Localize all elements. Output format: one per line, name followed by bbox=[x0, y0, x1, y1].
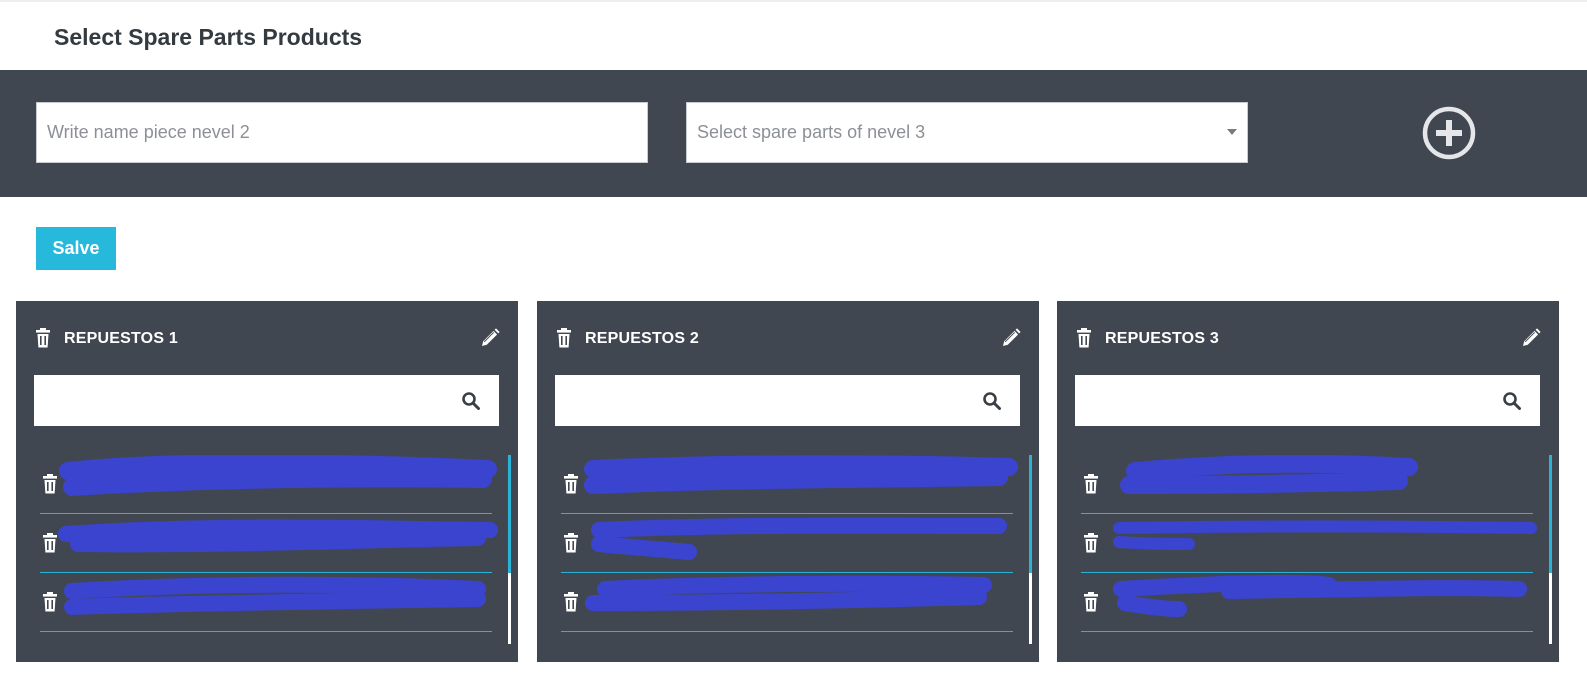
redaction-mark bbox=[1120, 455, 1418, 494]
trash-icon[interactable] bbox=[562, 474, 580, 494]
list-item bbox=[561, 573, 1013, 632]
list-item bbox=[1081, 455, 1533, 514]
scrollbar-thumb[interactable] bbox=[508, 455, 511, 573]
panel-search-box bbox=[34, 375, 499, 426]
spare-parts-list bbox=[1081, 455, 1537, 632]
panel-title: REPUESTOS 1 bbox=[64, 330, 178, 347]
spare-parts-list bbox=[40, 455, 498, 632]
panel-search-box bbox=[1075, 375, 1540, 426]
piece-name-input[interactable] bbox=[36, 102, 648, 163]
trash-icon[interactable] bbox=[1074, 328, 1094, 348]
trash-icon[interactable] bbox=[1082, 533, 1100, 553]
pencil-icon[interactable] bbox=[1001, 328, 1021, 348]
trash-icon[interactable] bbox=[33, 328, 53, 348]
list-item bbox=[40, 573, 492, 632]
redaction-mark bbox=[64, 576, 486, 615]
page-title: Select Spare Parts Products bbox=[54, 24, 363, 50]
trash-icon[interactable] bbox=[41, 533, 59, 553]
spare-parts-panel: REPUESTOS 2 bbox=[537, 301, 1039, 662]
list-item bbox=[561, 514, 1013, 573]
panel-scrollbar[interactable] bbox=[508, 455, 511, 644]
panel-search-input[interactable] bbox=[34, 375, 454, 426]
trash-icon[interactable] bbox=[1082, 592, 1100, 612]
pencil-icon[interactable] bbox=[1521, 328, 1541, 348]
trash-icon[interactable] bbox=[554, 328, 574, 348]
list-item bbox=[1081, 573, 1533, 632]
search-icon[interactable] bbox=[1502, 391, 1522, 411]
panel-search-input[interactable] bbox=[555, 375, 975, 426]
top-divider bbox=[0, 0, 1587, 2]
redaction-mark bbox=[1113, 574, 1527, 617]
panel-search-box bbox=[555, 375, 1020, 426]
redaction-mark bbox=[1113, 520, 1537, 550]
spare-parts-select[interactable]: Select spare parts of nevel 3 bbox=[686, 102, 1248, 163]
spare-parts-list bbox=[561, 455, 1018, 632]
trash-icon[interactable] bbox=[1082, 474, 1100, 494]
chevron-down-icon bbox=[1227, 129, 1237, 135]
panel-scrollbar[interactable] bbox=[1549, 455, 1552, 644]
trash-icon[interactable] bbox=[41, 592, 59, 612]
spare-parts-panel: REPUESTOS 1 bbox=[16, 301, 518, 662]
list-item bbox=[1081, 514, 1537, 573]
search-icon[interactable] bbox=[982, 391, 1002, 411]
spare-parts-panel: REPUESTOS 3 bbox=[1057, 301, 1559, 662]
plus-circle-icon[interactable] bbox=[1418, 102, 1480, 164]
panel-scrollbar[interactable] bbox=[1029, 455, 1032, 644]
redaction-mark bbox=[585, 575, 992, 611]
search-icon[interactable] bbox=[461, 391, 481, 411]
panel-title: REPUESTOS 2 bbox=[585, 330, 699, 347]
spare-parts-select-placeholder: Select spare parts of nevel 3 bbox=[697, 122, 926, 142]
redaction-mark bbox=[59, 455, 497, 496]
redaction-mark bbox=[591, 517, 1007, 560]
redaction-mark bbox=[58, 519, 498, 553]
pencil-icon[interactable] bbox=[480, 328, 500, 348]
list-item bbox=[40, 514, 498, 573]
part-entry-toolbar: Select spare parts of nevel 3 bbox=[0, 70, 1587, 197]
panel-search-input[interactable] bbox=[1075, 375, 1495, 426]
save-button[interactable]: Salve bbox=[36, 227, 116, 270]
list-item bbox=[561, 455, 1018, 514]
panel-title: REPUESTOS 3 bbox=[1105, 330, 1219, 347]
trash-icon[interactable] bbox=[562, 592, 580, 612]
redaction-mark bbox=[584, 455, 1018, 494]
scrollbar-thumb[interactable] bbox=[1549, 455, 1552, 573]
list-item bbox=[40, 455, 497, 514]
scrollbar-thumb[interactable] bbox=[1029, 455, 1032, 573]
trash-icon[interactable] bbox=[41, 474, 59, 494]
trash-icon[interactable] bbox=[562, 533, 580, 553]
